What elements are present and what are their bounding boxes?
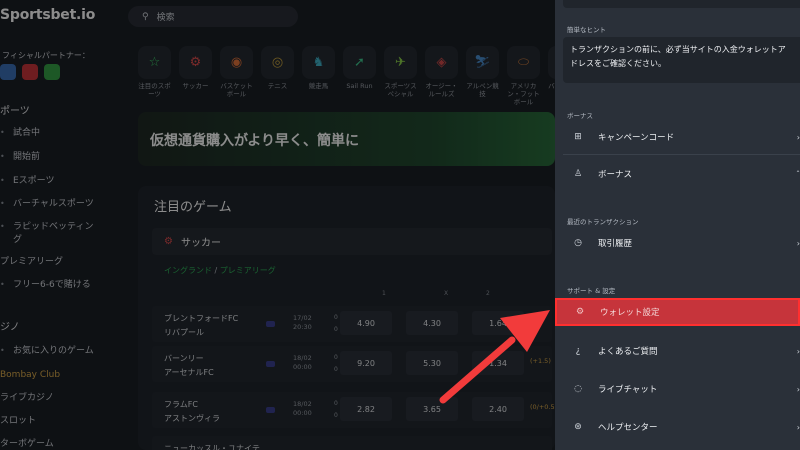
arrow-shaft [439, 336, 516, 404]
annotation-arrow [439, 310, 550, 404]
